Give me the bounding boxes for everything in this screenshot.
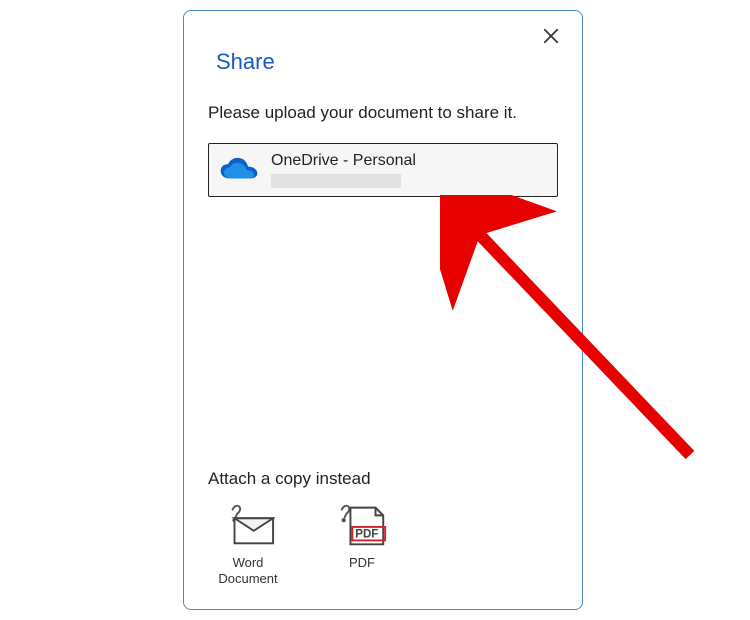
- svg-text:PDF: PDF: [355, 528, 378, 540]
- dialog-title: Share: [216, 49, 558, 75]
- onedrive-icon: [219, 154, 259, 186]
- attach-options: Word Document PDF PDF: [208, 503, 558, 588]
- onedrive-location-button[interactable]: OneDrive - Personal: [208, 143, 558, 197]
- close-icon: [542, 27, 560, 45]
- close-button[interactable]: [542, 27, 564, 49]
- word-document-icon: [221, 503, 275, 547]
- attach-heading: Attach a copy instead: [208, 469, 558, 489]
- attach-section: Attach a copy instead Word Document: [208, 469, 558, 588]
- location-name: OneDrive - Personal: [271, 152, 416, 170]
- location-text: OneDrive - Personal: [271, 152, 416, 188]
- location-account-redacted: [271, 174, 401, 188]
- attach-pdf-button[interactable]: PDF PDF: [322, 503, 402, 588]
- pdf-document-icon: PDF: [335, 503, 389, 547]
- upload-instruction: Please upload your document to share it.: [208, 103, 558, 123]
- attach-word-button[interactable]: Word Document: [208, 503, 288, 588]
- share-dialog: Share Please upload your document to sha…: [183, 10, 583, 610]
- attach-word-label: Word Document: [208, 555, 288, 588]
- attach-pdf-label: PDF: [349, 555, 375, 571]
